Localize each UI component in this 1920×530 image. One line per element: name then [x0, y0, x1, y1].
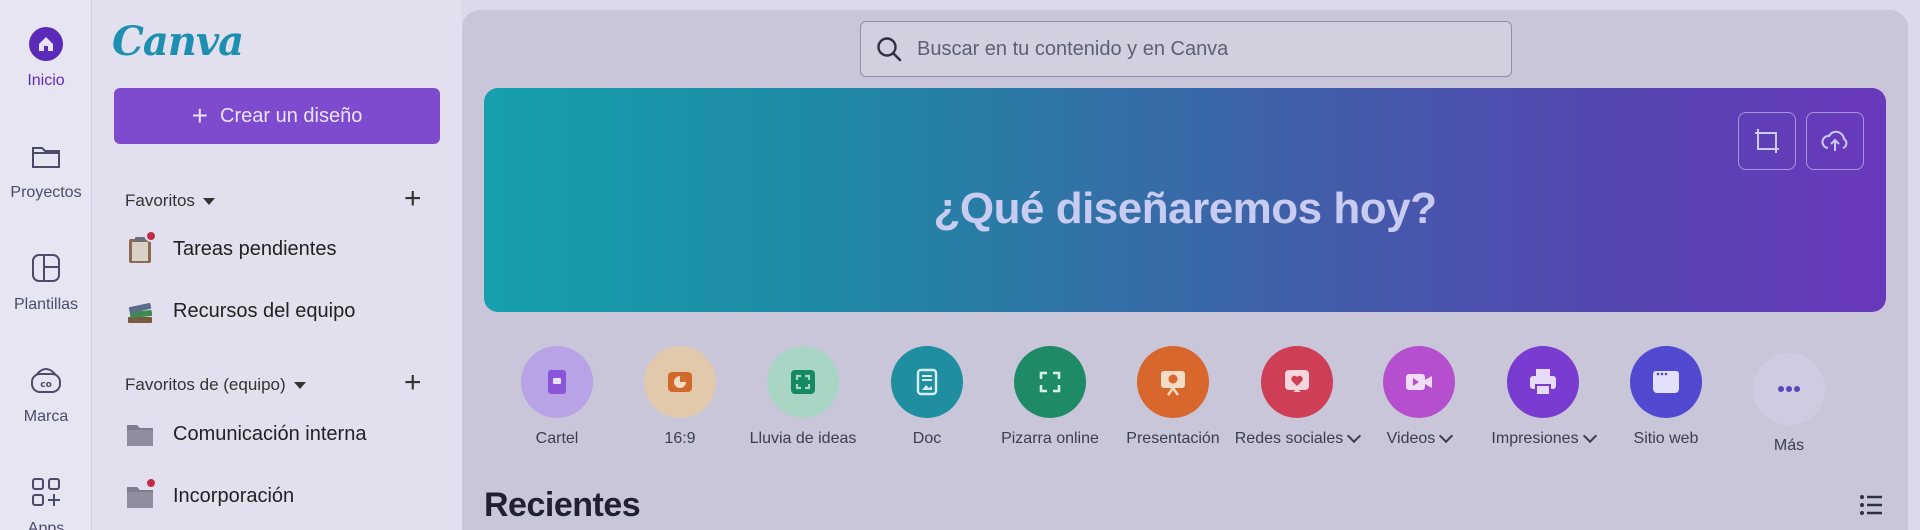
chevron-down-icon[interactable] [1439, 428, 1454, 444]
more-icon [1753, 353, 1825, 425]
notification-dot [145, 477, 157, 489]
clipboard-icon [125, 230, 157, 264]
design-type-label: Lluvia de ideas [749, 430, 857, 447]
folder-icon [32, 147, 60, 168]
cloud-upload-icon [1821, 130, 1848, 151]
favorite-item-tasks[interactable]: Tareas pendientes [125, 230, 337, 264]
folder-icon [125, 477, 157, 511]
brand-icon: co [31, 368, 61, 393]
team-item-label: Comunicación interna [173, 422, 367, 445]
print-icon [1507, 346, 1579, 418]
canva-logo[interactable]: Canva [112, 18, 244, 65]
favorites-title: Favoritos [125, 191, 195, 210]
main-panel: Buscar en tu contenido y en Canva ¿Qué d… [462, 10, 1908, 530]
sidebar: Canva + Crear un diseño Favoritos + Tare… [92, 0, 462, 530]
rail-label: Apps [27, 520, 65, 530]
team-item-label: Incorporación [173, 484, 295, 507]
presentation-icon [1137, 346, 1209, 418]
templates-icon [32, 254, 60, 282]
design-type-label: Más [1773, 437, 1805, 454]
video-icon [1383, 346, 1455, 418]
plus-icon: + [191, 100, 209, 131]
rail-label: Inicio [27, 72, 65, 89]
rail-item-projects[interactable]: Proyectos [0, 138, 92, 202]
design-type-label: Pizarra online [1001, 430, 1099, 447]
rail-label: Marca [23, 408, 69, 425]
design-type-label: Redes sociales [1234, 430, 1344, 447]
search-bar[interactable]: Buscar en tu contenido y en Canva [860, 21, 1512, 77]
design-type-presentation[interactable]: Presentación [1108, 346, 1238, 448]
design-type-label: Sitio web [1633, 430, 1699, 447]
list-view-icon[interactable] [1858, 492, 1884, 518]
rail-item-home[interactable]: Inicio [0, 26, 92, 90]
design-type-poster[interactable]: Cartel [492, 346, 622, 448]
design-type-brainstorm[interactable]: Lluvia de ideas [738, 346, 868, 448]
favorite-item-label: Tareas pendientes [173, 237, 337, 260]
design-type-label: Presentación [1126, 430, 1220, 447]
caret-down-icon [293, 381, 306, 389]
design-type-label: 16:9 [664, 430, 696, 447]
team-item-onboarding[interactable]: Incorporación [125, 477, 295, 511]
create-design-button[interactable]: + Crear un diseño [114, 88, 440, 144]
rail-item-templates[interactable]: Plantillas [0, 250, 92, 314]
design-type-label: Videos [1386, 430, 1436, 447]
search-icon [877, 37, 902, 62]
rail-label: Plantillas [13, 296, 79, 313]
banner-title: ¿Qué diseñaremos hoy? [933, 184, 1437, 233]
design-type-label: Impresiones [1491, 430, 1579, 447]
hero-banner: ¿Qué diseñaremos hoy? [484, 88, 1886, 312]
left-rail: Inicio Proyectos Plantillas co Marca App… [0, 0, 92, 530]
design-type-label: Cartel [535, 430, 579, 447]
website-icon [1630, 346, 1702, 418]
design-type-prints[interactable]: Impresiones [1478, 346, 1608, 448]
design-type-social[interactable]: Redes sociales [1232, 346, 1362, 448]
design-type-label: Doc [912, 430, 942, 447]
rail-label: Proyectos [10, 184, 82, 201]
doc-icon [891, 346, 963, 418]
poster-icon [521, 346, 593, 418]
svg-text:co: co [40, 380, 52, 390]
resize-icon [1755, 129, 1779, 153]
upload-button[interactable] [1806, 112, 1864, 170]
recent-title: Recientes [484, 486, 641, 524]
favorite-item-team-resources[interactable]: Recursos del equipo [125, 296, 355, 326]
create-design-label: Crear un diseño [220, 104, 363, 127]
caret-down-icon [202, 197, 215, 205]
add-favorite-button[interactable]: + [404, 184, 422, 214]
heart-icon [1261, 346, 1333, 418]
resize-button[interactable] [1738, 112, 1796, 170]
books-icon [125, 296, 155, 326]
design-type-videos[interactable]: Videos [1354, 346, 1484, 448]
apps-icon [32, 478, 60, 506]
whiteboard-icon [1014, 346, 1086, 418]
home-icon [29, 27, 63, 61]
team-favorites-header[interactable]: Favoritos de (equipo) [125, 375, 306, 395]
design-type-16-9[interactable]: 16:9 [615, 346, 745, 448]
design-type-doc[interactable]: Doc [862, 346, 992, 448]
rail-item-brand[interactable]: co Marca [0, 362, 92, 426]
chevron-down-icon[interactable] [1582, 428, 1597, 444]
design-type-more[interactable]: Más [1724, 353, 1854, 455]
brainstorm-icon [767, 346, 839, 418]
favorite-item-label: Recursos del equipo [173, 299, 356, 322]
search-input[interactable]: Buscar en tu contenido y en Canva [917, 38, 1228, 61]
team-favorites-title: Favoritos de (equipo) [125, 375, 286, 394]
add-team-favorite-button[interactable]: + [404, 368, 422, 398]
pie-icon [644, 346, 716, 418]
folder-icon [125, 419, 155, 449]
favorites-header[interactable]: Favoritos [125, 191, 215, 211]
team-item-internal-comms[interactable]: Comunicación interna [125, 419, 366, 449]
design-type-website[interactable]: Sitio web [1601, 346, 1731, 448]
rail-item-apps[interactable]: Apps [0, 474, 92, 530]
design-type-whiteboard[interactable]: Pizarra online [985, 346, 1115, 448]
notification-dot [145, 230, 157, 242]
